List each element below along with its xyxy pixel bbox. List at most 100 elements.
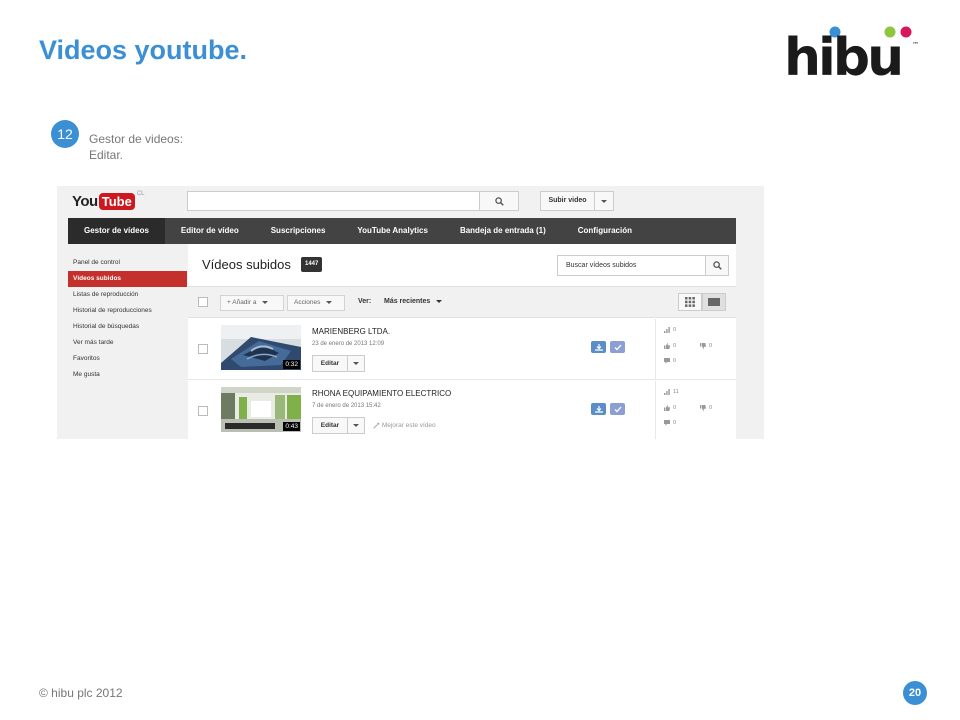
chevron-down-icon: [353, 362, 359, 365]
download-icon: [594, 405, 603, 413]
comment-icon: [664, 420, 670, 426]
youtube-logo[interactable]: You Tube CL: [72, 191, 144, 211]
thumbs-up-icon: [664, 405, 670, 411]
actions-button[interactable]: Acciones: [287, 295, 345, 311]
video-duration: 0:43: [283, 422, 300, 431]
sidebar-item-likes[interactable]: Me gusta: [73, 371, 100, 378]
step-description: Gestor de videos: Editar.: [89, 131, 183, 163]
download-icon: [594, 343, 603, 351]
sort-select[interactable]: Más recientes: [384, 298, 443, 305]
video-stats: 11 0 0 0: [655, 381, 736, 439]
uploaded-videos-panel: Vídeos subidos 1447 Buscar vídeos subido…: [188, 244, 736, 439]
select-all-checkbox[interactable]: [198, 297, 208, 307]
copyright-footer: © hibu plc 2012: [39, 686, 123, 700]
masthead-search-input[interactable]: [187, 191, 480, 211]
sidebar-item-dashboard[interactable]: Panel de control: [73, 259, 120, 266]
main-nav: Gestor de vídeos Editor de vídeo Suscrip…: [68, 218, 736, 244]
nav-inbox[interactable]: Bandeja de entrada (1): [444, 218, 562, 244]
edit-dropdown-button[interactable]: [348, 355, 365, 372]
youtube-screenshot: You Tube CL Subir video Gestor de vídeos…: [57, 186, 764, 439]
slide-title: Videos youtube.: [39, 35, 248, 65]
dislikes-count: 0: [709, 343, 713, 349]
video-checkbox[interactable]: [198, 406, 208, 416]
add-to-button[interactable]: + Añadir a: [220, 295, 284, 311]
video-count-badge: 1447: [301, 257, 323, 272]
dislikes-stat: 0: [700, 405, 712, 411]
check-icon: [614, 344, 621, 350]
views-count: 0: [673, 327, 677, 333]
improve-video-label: Mejorar este vídeo: [381, 422, 436, 430]
actions-label: Acciones: [294, 299, 321, 306]
upload-video-button[interactable]: Subir video: [540, 191, 595, 211]
sidebar-item-favorites[interactable]: Favoritos: [73, 355, 100, 362]
grid-view-button[interactable]: [678, 293, 702, 311]
video-date: 7 de enero de 2013 15:42: [312, 403, 381, 409]
nav-analytics[interactable]: YouTube Analytics: [341, 218, 444, 244]
video-thumbnail[interactable]: 0:32: [221, 325, 301, 370]
video-row: 0:43 RHONA EQUIPAMIENTO ELECTRICO 7 de e…: [188, 381, 736, 439]
thumbs-down-icon: [700, 405, 706, 411]
list-toolbar: + Añadir a Acciones Ver: Más recientes: [188, 286, 736, 318]
sort-label: Más recientes: [384, 298, 431, 305]
list-view-button[interactable]: [702, 293, 726, 311]
video-duration: 0:32: [283, 360, 300, 369]
logo-trademark: ™: [912, 41, 919, 49]
comment-icon: [664, 358, 670, 364]
improve-video-link[interactable]: Mejorar este vídeo: [373, 422, 436, 429]
sidebar-item-search-history[interactable]: Historial de búsquedas: [73, 323, 139, 330]
nav-video-editor[interactable]: Editor de vídeo: [165, 218, 255, 244]
search-icon: [712, 261, 722, 270]
download-button[interactable]: [591, 341, 606, 353]
likes-count: 0: [673, 343, 677, 349]
video-checkbox[interactable]: [198, 344, 208, 354]
logo-you: You: [72, 192, 98, 210]
uploads-search-button[interactable]: [706, 255, 729, 276]
logo-tube: Tube: [98, 192, 135, 210]
thumbs-up-icon: [664, 343, 670, 349]
uploads-search-input[interactable]: Buscar vídeos subidos: [557, 255, 706, 276]
search-icon: [494, 196, 504, 206]
video-thumbnail[interactable]: 0:43: [221, 387, 301, 432]
hibu-logo: hibu ™: [784, 26, 919, 81]
check-icon: [614, 406, 621, 412]
edit-dropdown-button[interactable]: [348, 417, 365, 434]
video-title[interactable]: RHONA EQUIPAMIENTO ELECTRICO: [312, 389, 451, 398]
chevron-down-icon: [326, 300, 333, 304]
comments-count: 0: [673, 358, 677, 364]
check-button[interactable]: [610, 341, 625, 353]
nav-video-manager[interactable]: Gestor de vídeos: [68, 218, 165, 244]
likes-stat: 0: [664, 405, 676, 411]
chevron-down-icon: [601, 199, 607, 203]
sidebar-item-watch-history[interactable]: Historial de reproducciones: [73, 307, 152, 314]
nav-subscriptions[interactable]: Suscripciones: [255, 218, 342, 244]
chevron-down-icon: [262, 300, 269, 304]
check-button[interactable]: [610, 403, 625, 415]
logo-wordmark: hibu: [784, 28, 901, 81]
download-button[interactable]: [591, 403, 606, 415]
video-row: 0:32 MARIENBERG LTDA. 23 de enero de 201…: [188, 319, 736, 380]
chevron-down-icon: [353, 424, 359, 427]
nav-settings[interactable]: Configuración: [562, 218, 648, 244]
chevron-down-icon: [436, 299, 443, 303]
video-date: 23 de enero de 2013 12:09: [312, 341, 385, 347]
add-to-label: + Añadir a: [227, 299, 257, 306]
bar-chart-icon: [664, 327, 670, 333]
sidebar-item-playlists[interactable]: Listas de reproducción: [73, 291, 138, 298]
step-line-2: Editar.: [89, 148, 124, 162]
thumbs-down-icon: [700, 343, 706, 349]
video-title[interactable]: MARIENBERG LTDA.: [312, 327, 390, 336]
edit-button[interactable]: Editar: [312, 355, 348, 372]
page-title: Vídeos subidos: [202, 257, 291, 272]
sidebar-item-uploaded-videos[interactable]: Vídeos subidos: [68, 271, 187, 287]
views-stat: 0: [664, 327, 676, 333]
magic-wand-icon: [373, 422, 380, 429]
page-number-badge: 20: [903, 681, 927, 705]
comments-stat: 0: [664, 420, 676, 426]
edit-button[interactable]: Editar: [312, 417, 348, 434]
logo-country: CL: [136, 191, 145, 197]
logo-dot-pink: [900, 26, 912, 38]
masthead-search-button[interactable]: [480, 191, 519, 211]
comments-count: 0: [673, 420, 677, 426]
sidebar-item-watch-later[interactable]: Ver más tarde: [73, 339, 113, 346]
upload-dropdown-button[interactable]: [595, 191, 614, 211]
